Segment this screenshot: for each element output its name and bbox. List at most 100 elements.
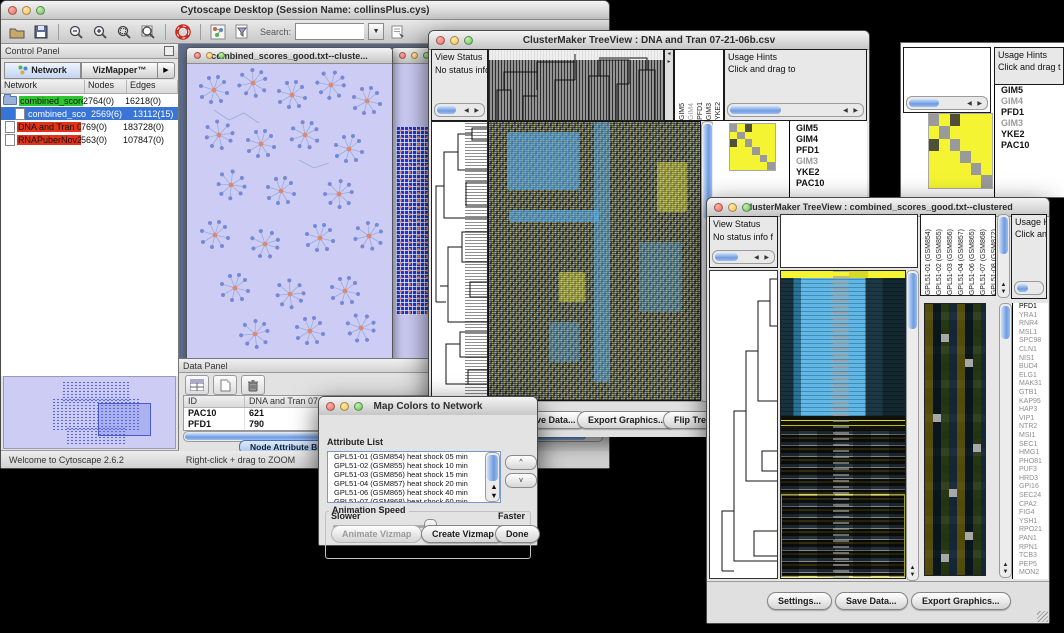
treeview-dna-titlebar[interactable]: ClusterMaker TreeView : DNA and Tran 07-… (429, 31, 869, 50)
gene-label[interactable]: TCB3 (1016, 552, 1048, 561)
column-nodes[interactable]: Nodes (85, 80, 127, 93)
rotated-gene-label[interactable]: PFD1 (696, 102, 705, 120)
gene-label[interactable]: YRA1 (1016, 312, 1048, 321)
gene-label[interactable]: HAP3 (1016, 406, 1048, 415)
dense-grid-network[interactable] (396, 127, 432, 315)
gene-label[interactable]: GPI16 (1016, 483, 1048, 492)
zoom-button[interactable] (742, 203, 751, 212)
resize-grip[interactable] (1037, 611, 1048, 622)
gene-label[interactable]: RNR4 (1016, 320, 1048, 329)
row-dendrogram[interactable] (431, 121, 488, 401)
network-row[interactable]: combined_sco 2569(6) 13112(15) (1, 107, 178, 120)
zoom-fit-icon[interactable] (138, 22, 158, 41)
gene-label[interactable]: PUF3 (1016, 466, 1048, 475)
gene-label[interactable]: MSL1 (1016, 329, 1048, 338)
gene-label[interactable]: GIM5 (998, 85, 1042, 96)
column-scroll-strip[interactable]: ◂▸ (664, 49, 674, 121)
gene-label[interactable]: ELG1 (1016, 372, 1048, 381)
column-label[interactable]: GPL51-02 (GSM855) (935, 229, 944, 295)
create-vizmap-button[interactable]: Create Vizmap (421, 525, 505, 543)
row-dendrogram[interactable] (709, 270, 778, 579)
close-button[interactable] (714, 203, 723, 212)
column-network[interactable]: Network (1, 80, 85, 93)
gene-label[interactable]: KAP95 (1016, 398, 1048, 407)
gene-label[interactable]: RPN1 (1016, 544, 1048, 553)
filter-icon[interactable] (232, 22, 252, 41)
gene-label[interactable]: CLN1 (1016, 346, 1048, 355)
zoom-button[interactable] (464, 36, 473, 45)
dna-heatmap[interactable] (488, 121, 701, 401)
gene-label[interactable]: GIM3 (998, 118, 1042, 129)
gene-label[interactable]: MSI1 (1016, 432, 1048, 441)
zoom-out-icon[interactable] (66, 22, 86, 41)
minimize-button[interactable] (411, 52, 418, 59)
gene-label[interactable]: FIG4 (1016, 509, 1048, 518)
gene-label[interactable]: SPC98 (1016, 337, 1048, 346)
help-lifesaver-icon[interactable] (173, 22, 193, 41)
gene-label[interactable]: YKE2 (793, 167, 866, 178)
zoom-button[interactable] (218, 52, 225, 59)
attribute-list-vscrollbar[interactable]: ▲▼ (485, 452, 500, 502)
animate-vizmap-button[interactable]: Animate Vizmap (331, 525, 422, 543)
gene-label[interactable]: PAC10 (793, 178, 866, 189)
network-view-window[interactable]: combined_scores_good.txt--cluste... (186, 47, 393, 369)
gene-label[interactable]: SEC24 (1016, 492, 1048, 501)
save-data-button[interactable]: Save Data... (835, 592, 908, 610)
gene-label[interactable]: MON2 (1016, 569, 1048, 578)
attribute-list[interactable]: GPL51-01 (GSM854) heat shock 05 minGPL51… (327, 451, 501, 503)
delete-attribute-trash-icon[interactable] (241, 375, 265, 395)
gene-label[interactable]: PHO81 (1016, 458, 1048, 467)
attribute-item[interactable]: GPL51-06 (GSM865) heat shock 40 min (331, 488, 500, 497)
gene-label[interactable]: HRD3 (1016, 475, 1048, 484)
network-overview-thumbnail[interactable] (3, 376, 176, 449)
gene-label[interactable]: NTR2 (1016, 423, 1048, 432)
column-labels-vscrollbar[interactable]: ▲▼ (997, 214, 1010, 298)
close-button[interactable] (194, 52, 201, 59)
usage-hints-scrollbar[interactable] (1014, 281, 1044, 295)
gene-label[interactable]: NIS1 (1016, 355, 1048, 364)
network-row[interactable]: RNAPuberNov2+ 563(0) 107847(0) (1, 133, 178, 146)
column-dendrogram[interactable] (488, 49, 664, 121)
gene-label[interactable]: CPA2 (1016, 501, 1048, 510)
rotated-gene-label[interactable]: GIM5 (678, 103, 687, 120)
map-dialog-titlebar[interactable]: Map Colors to Network (319, 397, 537, 416)
minimize-button[interactable] (450, 36, 459, 45)
float-panel-icon[interactable] (164, 46, 174, 56)
dna-zoom-heatmap[interactable] (729, 123, 776, 171)
gene-label[interactable]: GIM5 (793, 123, 866, 134)
attribute-table-icon[interactable] (185, 375, 209, 395)
column-dendrogram-area[interactable] (780, 214, 918, 268)
gene-label[interactable]: PEP5 (1016, 561, 1048, 570)
gene-label[interactable]: GTB1 (1016, 389, 1048, 398)
view-status-scrollbar[interactable]: ◀ ▶ (434, 103, 485, 117)
column-label[interactable]: GPL51-03 (GSM856) (946, 229, 955, 295)
network-row[interactable]: DNA and Tran 07 769(0) 183728(0) (1, 120, 178, 133)
rotated-gene-label[interactable]: YKE2 (714, 102, 723, 120)
move-down-button[interactable]: v (505, 473, 537, 488)
combined-heatmap-vscrollbar[interactable]: ▲▼ (906, 270, 919, 581)
export-graphics-button[interactable]: Export Graphics... (577, 411, 677, 429)
zoom-button[interactable] (36, 6, 45, 15)
gene-label[interactable]: VIP1 (1016, 415, 1048, 424)
attribute-item[interactable]: GPL51-02 (GSM855) heat shock 10 min (331, 461, 500, 470)
minimize-button[interactable] (340, 402, 349, 411)
network-row[interactable]: combined_scores_ 2764(0) 16218(0) (1, 94, 178, 107)
column-id[interactable]: ID (184, 396, 245, 407)
tab-vizmapper[interactable]: VizMapper™ (81, 62, 158, 79)
gene-label[interactable]: RPO21 (1016, 526, 1048, 535)
rotated-gene-label[interactable]: GIM3 (705, 103, 714, 120)
close-button[interactable] (436, 36, 445, 45)
column-label[interactable]: GPL51-01 (GSM854) (924, 229, 933, 295)
tab-network[interactable]: Network (4, 62, 81, 79)
attribute-item[interactable]: GPL51-03 (GSM856) heat shock 15 min (331, 470, 500, 479)
export-graphics-button[interactable]: Export Graphics... (911, 592, 1011, 610)
attribute-item[interactable]: GPL51-04 (GSM857) heat shock 20 min (331, 479, 500, 488)
gene-list-vscrollbar[interactable]: ▲▼ (999, 303, 1012, 578)
gene-label[interactable]: MAK31 (1016, 380, 1048, 389)
gene-label[interactable]: SEC1 (1016, 441, 1048, 450)
column-label[interactable]: GPL51-04 (GSM857) (957, 229, 966, 295)
combined-heatmap[interactable] (780, 270, 906, 579)
minimize-button[interactable] (728, 203, 737, 212)
column-label[interactable]: GPL51-07 (GSM868) (979, 229, 988, 295)
settings-button[interactable]: Settings... (767, 592, 832, 610)
